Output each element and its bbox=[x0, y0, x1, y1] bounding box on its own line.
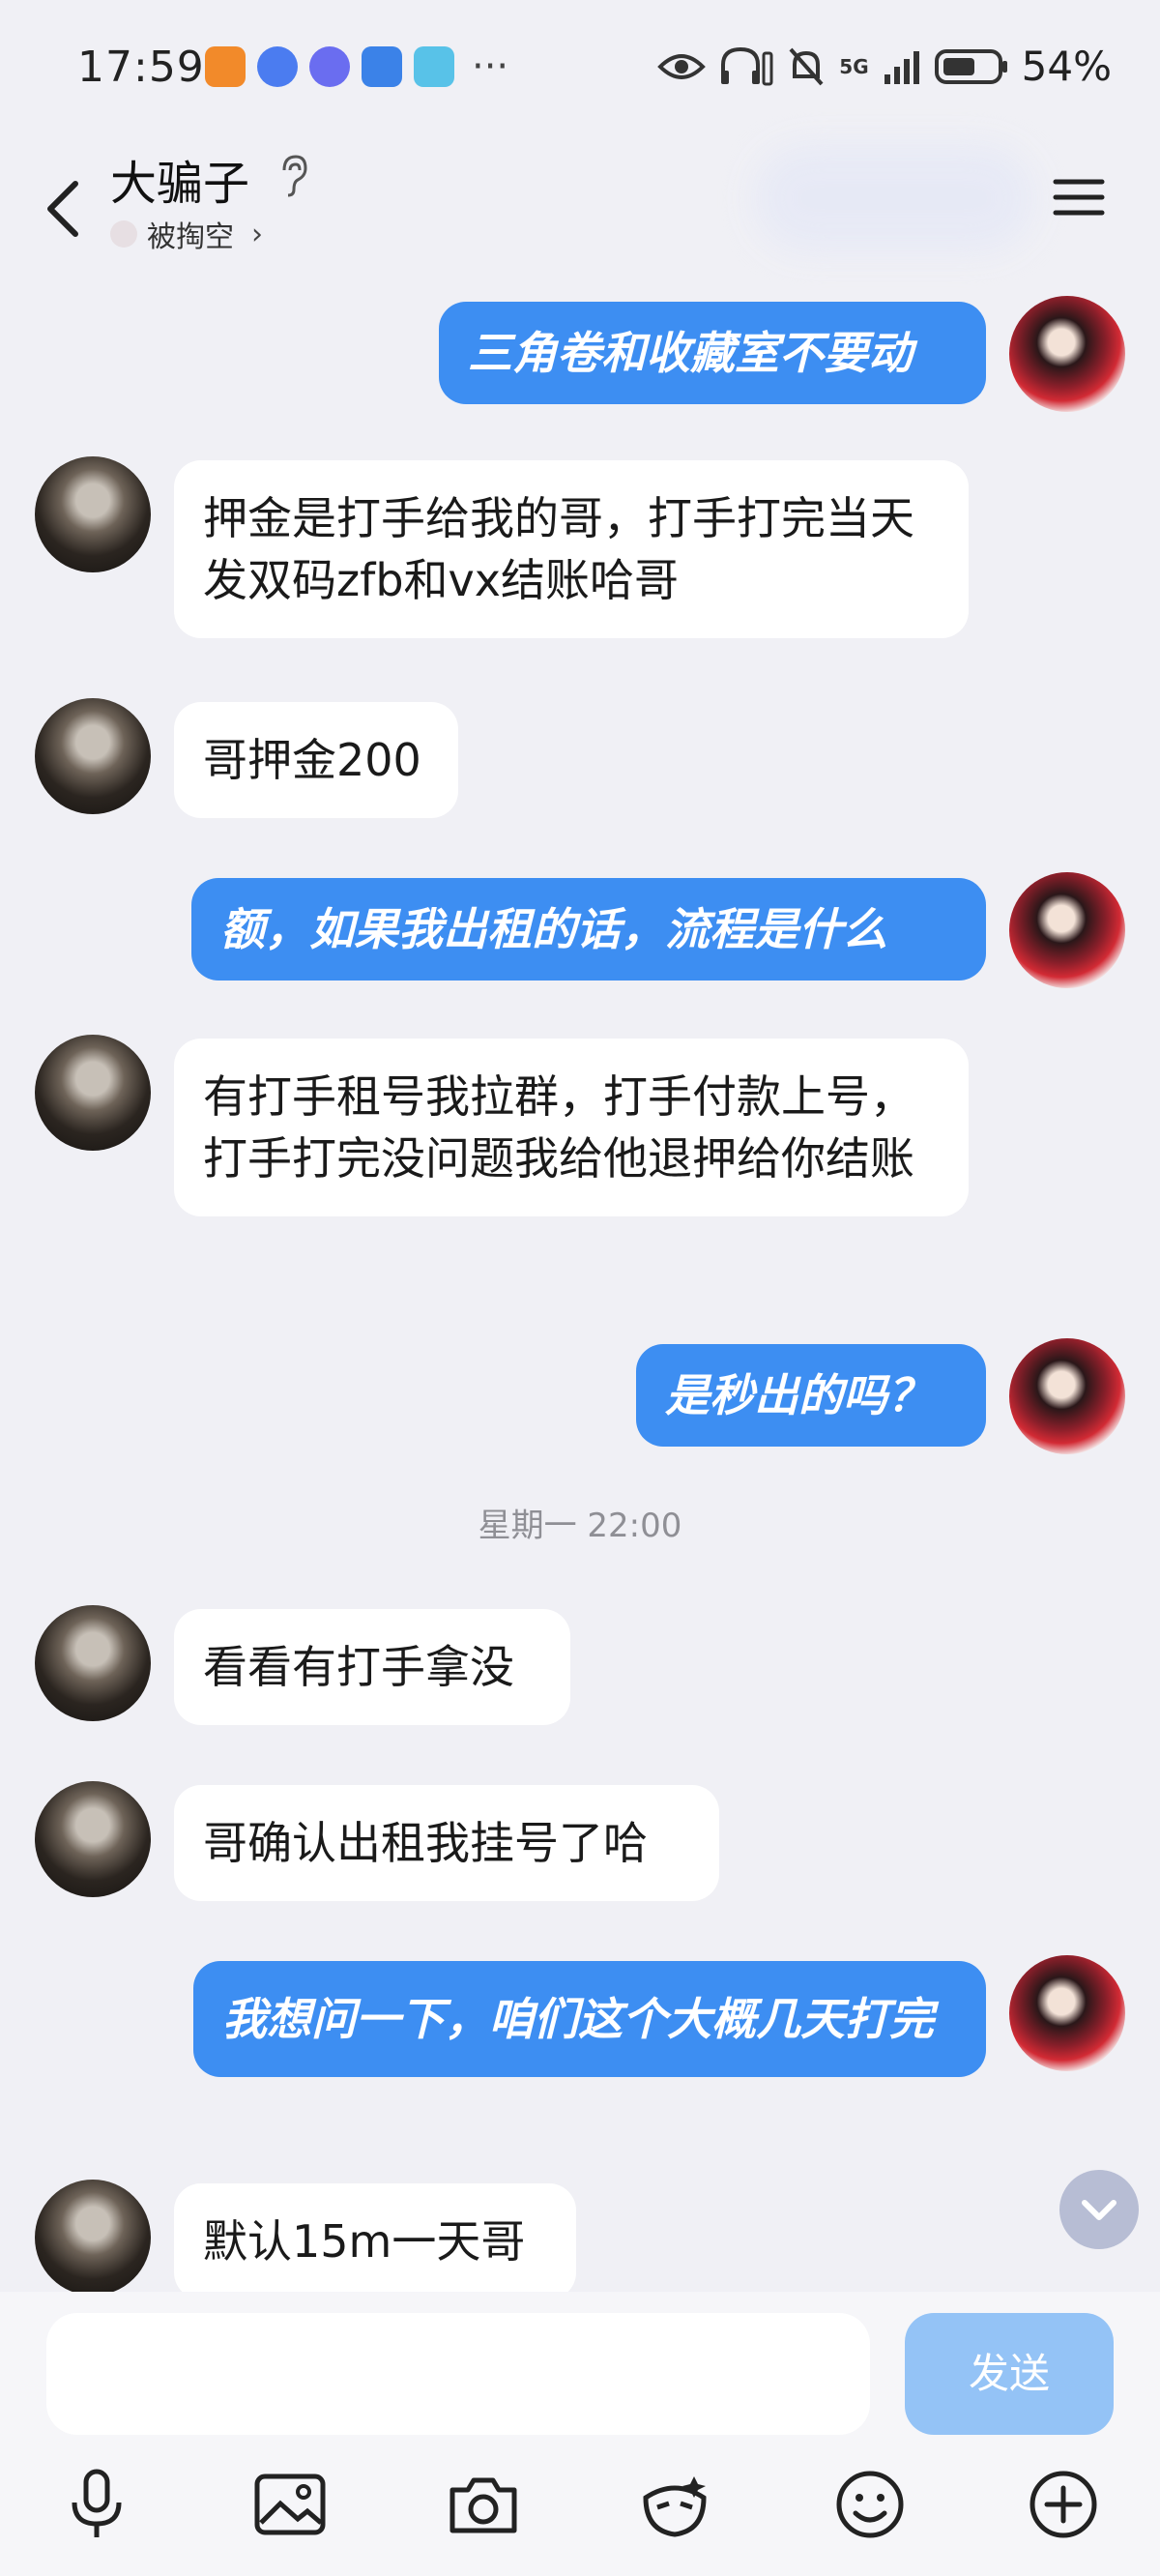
my-avatar[interactable] bbox=[1009, 296, 1125, 412]
chevron-left-icon bbox=[47, 181, 78, 237]
input-bar: 发送 bbox=[0, 2292, 1160, 2437]
camera-button[interactable] bbox=[443, 2464, 524, 2545]
signal-icon bbox=[884, 50, 919, 84]
system-indicators: 5G 54% bbox=[657, 43, 1112, 90]
message-bubble[interactable]: 额，如果我出租的话，流程是什么 bbox=[191, 878, 986, 981]
contact-status[interactable]: 被掏空 › bbox=[110, 213, 263, 255]
status-face-icon bbox=[110, 220, 137, 248]
image-icon bbox=[254, 2474, 326, 2535]
plus-icon bbox=[1030, 2471, 1097, 2538]
chevron-right-icon: › bbox=[251, 217, 263, 251]
input-toolbar bbox=[0, 2437, 1160, 2576]
music-app-icon bbox=[309, 46, 350, 87]
contact-avatar[interactable] bbox=[35, 1781, 151, 1897]
headphone-battery-icon bbox=[721, 46, 773, 85]
message-bubble[interactable]: 三角卷和收藏室不要动 bbox=[439, 302, 986, 404]
message-bubble[interactable]: 看看有打手拿没 bbox=[174, 1609, 570, 1725]
blurred-region bbox=[754, 145, 1034, 251]
status-time: 17:59 bbox=[77, 43, 205, 92]
status-bar: 17:59 ··· 5G 54% bbox=[0, 0, 1160, 135]
message-bubble[interactable]: 是秒出的吗？ bbox=[636, 1344, 986, 1447]
timestamp: 星期一 22:00 bbox=[478, 1507, 682, 1545]
security-app-icon bbox=[362, 46, 402, 87]
sticker-button[interactable] bbox=[634, 2464, 715, 2545]
emoji-button[interactable] bbox=[829, 2464, 911, 2545]
contact-avatar[interactable] bbox=[35, 1035, 151, 1151]
status-text: 被掏空 bbox=[147, 220, 234, 254]
message-bubble[interactable]: 我想问一下，咱们这个大概几天打完 bbox=[193, 1961, 986, 2077]
book-app-icon bbox=[414, 46, 454, 87]
notification-app-icons: ··· bbox=[205, 46, 508, 87]
message-list[interactable]: 三角卷和收藏室不要动 押金是打手给我的哥，打手打完当天发双码zfb和vx结账哈哥… bbox=[0, 271, 1160, 2299]
emoji-icon bbox=[836, 2471, 904, 2538]
orange-app-icon bbox=[205, 46, 246, 87]
browser-app-icon bbox=[257, 46, 298, 87]
menu-button[interactable] bbox=[1050, 168, 1108, 226]
sticker-icon bbox=[643, 2476, 707, 2537]
ear-icon bbox=[282, 155, 307, 197]
voice-button[interactable] bbox=[56, 2464, 137, 2545]
my-avatar[interactable] bbox=[1009, 1338, 1125, 1454]
message-bubble[interactable]: 有打手租号我拉群，打手付款上号，打手打完没问题我给他退押给你结账 bbox=[174, 1039, 969, 1216]
scroll-to-bottom-button[interactable] bbox=[1059, 2170, 1139, 2249]
message-bubble[interactable]: 哥押金200 bbox=[174, 702, 458, 818]
contact-avatar[interactable] bbox=[35, 698, 151, 814]
more-notifications-indicator: ··· bbox=[472, 44, 509, 89]
battery-icon bbox=[934, 48, 1007, 84]
chevron-down-icon bbox=[1082, 2200, 1116, 2220]
image-button[interactable] bbox=[249, 2464, 331, 2545]
network-type: 5G bbox=[839, 54, 869, 78]
message-bubble[interactable]: 默认15m一天哥 bbox=[174, 2183, 576, 2299]
mute-bell-icon bbox=[789, 47, 824, 85]
hamburger-menu-icon bbox=[1053, 179, 1105, 216]
message-bubble[interactable]: 押金是打手给我的哥，打手打完当天发双码zfb和vx结账哈哥 bbox=[174, 460, 969, 638]
back-button[interactable] bbox=[35, 159, 93, 246]
microphone-icon bbox=[72, 2469, 122, 2537]
message-input[interactable] bbox=[46, 2313, 870, 2435]
contact-name[interactable]: 大骗子 bbox=[110, 145, 249, 213]
my-avatar[interactable] bbox=[1009, 872, 1125, 988]
camera-icon bbox=[450, 2477, 517, 2533]
send-button[interactable]: 发送 bbox=[905, 2313, 1114, 2435]
contact-avatar[interactable] bbox=[35, 456, 151, 572]
contact-avatar[interactable] bbox=[35, 1605, 151, 1721]
my-avatar[interactable] bbox=[1009, 1955, 1125, 2071]
contact-avatar[interactable] bbox=[35, 2180, 151, 2296]
more-button[interactable] bbox=[1023, 2464, 1104, 2545]
eye-icon bbox=[657, 53, 707, 79]
message-bubble[interactable]: 哥确认出租我挂号了哈 bbox=[174, 1785, 719, 1901]
chat-header: 大骗子 被掏空 › bbox=[0, 135, 1160, 271]
battery-percent: 54% bbox=[1021, 43, 1112, 90]
